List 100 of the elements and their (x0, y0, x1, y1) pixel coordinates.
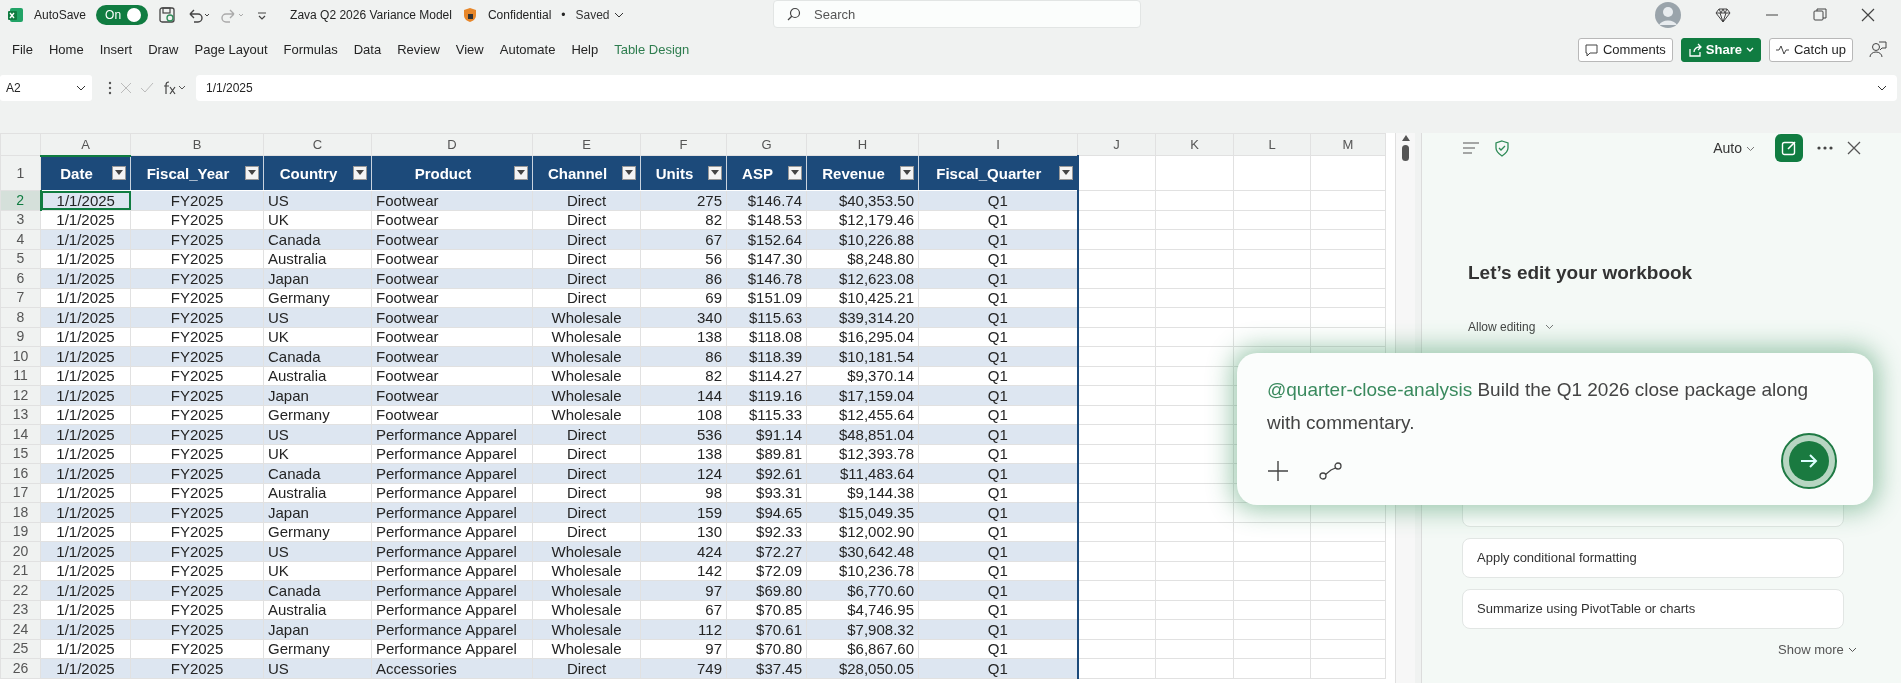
suggestion-button[interactable]: Summarize using PivotTable or charts (1462, 588, 1844, 629)
name-box[interactable]: A2 (0, 75, 92, 101)
more-icon[interactable] (1817, 146, 1833, 150)
restore-icon[interactable] (1813, 8, 1827, 22)
row-number[interactable]: 10 (0, 346, 41, 366)
column-letter[interactable]: B (130, 133, 264, 156)
ribbon-tab[interactable]: Data (345, 36, 390, 64)
person-chat-icon[interactable] (1869, 41, 1887, 59)
column-letter[interactable]: L (1233, 133, 1311, 156)
table-cell: Wholesale (532, 600, 641, 620)
ribbon-tab[interactable]: Home (40, 36, 92, 64)
column-letter[interactable]: H (806, 133, 919, 156)
row-number[interactable]: 8 (0, 307, 41, 327)
filter-dropdown-button[interactable] (245, 166, 259, 180)
row-number[interactable]: 15 (0, 444, 41, 464)
filter-dropdown-button[interactable] (112, 166, 126, 181)
ribbon-tab[interactable]: Draw (140, 36, 187, 64)
row-number[interactable]: 13 (0, 405, 41, 425)
column-letter[interactable]: C (263, 133, 372, 156)
row-number[interactable]: 16 (0, 463, 41, 483)
new-chat-button[interactable] (1775, 134, 1803, 162)
row-number[interactable]: 9 (0, 327, 41, 347)
row-number[interactable]: 24 (0, 619, 41, 639)
row-number[interactable]: 7 (0, 288, 41, 308)
table-cell: 138 (640, 327, 727, 347)
row-number[interactable]: 1 (0, 155, 41, 191)
filter-dropdown-button[interactable] (514, 166, 528, 180)
mode-dropdown[interactable]: Auto (1707, 136, 1761, 160)
save-icon[interactable] (158, 6, 177, 24)
ribbon-tab[interactable]: View (447, 36, 492, 64)
row-number[interactable]: 14 (0, 424, 41, 444)
row-number[interactable]: 22 (0, 580, 41, 600)
row-number[interactable]: 5 (0, 249, 41, 269)
table-cell: FY2025 (130, 600, 264, 620)
function-icon[interactable] (162, 81, 188, 95)
filter-dropdown-button[interactable] (622, 166, 636, 180)
table-cell: Australia (263, 483, 372, 503)
ribbon-tab[interactable]: Insert (91, 36, 141, 64)
search-field[interactable]: Search (773, 0, 1141, 28)
row-number[interactable]: 3 (0, 210, 41, 230)
column-letter[interactable]: G (726, 133, 807, 156)
ribbon-action-button[interactable]: Catch up (1768, 38, 1853, 62)
column-header: Channel (547, 164, 608, 182)
ribbon-tab[interactable]: File (4, 36, 41, 64)
plus-icon[interactable] (1267, 460, 1289, 482)
column-letter[interactable]: M (1310, 133, 1386, 156)
filter-dropdown-button[interactable] (708, 166, 722, 180)
scroll-up-arrow-icon[interactable] (1401, 135, 1410, 141)
column-letter[interactable]: I (918, 133, 1078, 156)
send-button[interactable] (1781, 433, 1837, 489)
row-number[interactable]: 2 (0, 190, 41, 210)
ribbon-tab[interactable]: Review (389, 36, 448, 64)
column-letter[interactable]: A (40, 133, 131, 156)
check-icon[interactable] (140, 82, 154, 94)
table-cell: Footwear (371, 327, 533, 347)
table-cell: Germany (263, 288, 372, 308)
row-number[interactable]: 11 (0, 366, 41, 386)
close-icon[interactable] (1861, 8, 1875, 22)
row-number[interactable]: 26 (0, 658, 41, 678)
ribbon-action-button[interactable]: Share (1680, 38, 1761, 62)
column-letter[interactable]: J (1077, 133, 1156, 156)
shield-check-icon[interactable] (1494, 139, 1510, 157)
row-number[interactable]: 6 (0, 268, 41, 288)
ribbon-action-button[interactable]: Comments (1577, 38, 1673, 62)
row-number[interactable]: 21 (0, 561, 41, 581)
autosave-toggle[interactable]: On (96, 5, 149, 25)
save-status-dropdown[interactable]: Saved (575, 6, 624, 24)
ribbon-tab[interactable]: Help (563, 36, 607, 64)
filter-dropdown-button[interactable] (1058, 166, 1073, 180)
row-number[interactable]: 17 (0, 483, 41, 503)
link-icon[interactable] (1319, 461, 1343, 481)
table-cell: 1/1/2025 (40, 483, 131, 503)
row-number[interactable]: 19 (0, 522, 41, 542)
diamond-icon[interactable] (1715, 7, 1731, 23)
table-cell: $9,370.14 (806, 366, 919, 386)
ribbon-tab[interactable]: Formulas (275, 36, 346, 64)
row-number[interactable]: 20 (0, 541, 41, 561)
scrollbar-thumb[interactable] (1402, 145, 1409, 161)
row-number[interactable]: 4 (0, 229, 41, 249)
column-letter[interactable]: K (1155, 133, 1234, 156)
row-number[interactable]: 18 (0, 502, 41, 522)
filter-dropdown-button[interactable] (900, 166, 914, 180)
suggestion-button[interactable]: Apply conditional formatting (1462, 537, 1844, 578)
permission-dropdown[interactable]: Allow editing (1468, 317, 1555, 336)
row-number[interactable]: 12 (0, 385, 41, 405)
close-icon[interactable] (1847, 141, 1861, 155)
row-number[interactable]: 25 (0, 639, 41, 659)
column-letter[interactable]: D (371, 133, 533, 156)
column-letter[interactable]: E (532, 133, 641, 156)
ribbon-tab[interactable]: Table Design (606, 36, 698, 64)
filter-dropdown-button[interactable] (788, 166, 802, 180)
ribbon-tab[interactable]: Page Layout (186, 36, 276, 64)
column-letter[interactable]: F (640, 133, 727, 156)
show-more-button[interactable]: Show more (1778, 639, 1857, 659)
prompt-box[interactable]: @quarter-close-analysis Build the Q1 2026 close package along with commentary. (1237, 353, 1873, 505)
excel-logo-icon (8, 7, 24, 23)
row-number[interactable]: 23 (0, 600, 41, 620)
ribbon-tab[interactable]: Automate (491, 36, 564, 64)
filter-dropdown-button[interactable] (353, 166, 367, 180)
formula-input[interactable]: 1/1/2025 (196, 75, 1897, 101)
